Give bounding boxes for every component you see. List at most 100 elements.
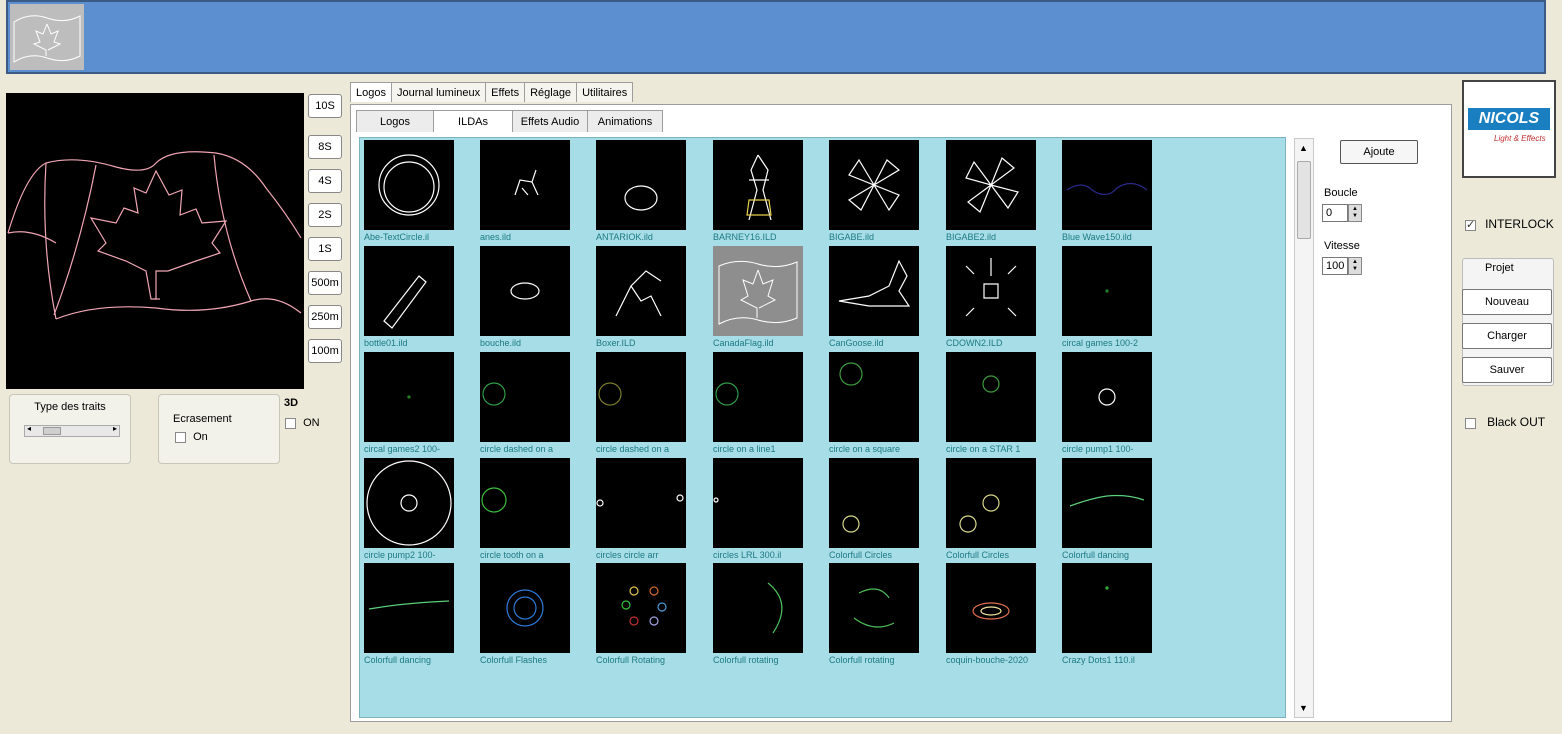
thumbnail-image[interactable] [596, 140, 686, 230]
thumbnail-image[interactable] [1062, 246, 1152, 336]
subtab-logos[interactable]: Logos [356, 110, 434, 132]
checkbox-icon[interactable] [285, 417, 296, 429]
thumbnail-image[interactable] [713, 352, 803, 442]
thumbnail-item[interactable]: Colorfull dancing [362, 561, 458, 667]
thumbnail-image[interactable] [480, 246, 570, 336]
slider-thumb[interactable] [43, 427, 61, 435]
thumbnail-image[interactable] [946, 246, 1036, 336]
thumbnail-image[interactable] [364, 352, 454, 442]
thumbnail-image[interactable] [480, 352, 570, 442]
thumbnail-image[interactable] [829, 246, 919, 336]
thumbnail-item[interactable]: circle dashed on a [594, 350, 690, 456]
tab-logos[interactable]: Logos [350, 82, 392, 102]
thumbnail-item[interactable]: Colorfull Flashes [478, 561, 574, 667]
time-button-100m[interactable]: 100m [308, 339, 342, 363]
thumbnail-image[interactable] [596, 352, 686, 442]
thumbnail-image[interactable] [946, 458, 1036, 548]
thumbnail-item[interactable]: circle on a square [827, 350, 923, 456]
subtab-effets-audio[interactable]: Effets Audio [512, 110, 588, 132]
thumbnail-image[interactable] [596, 246, 686, 336]
thumbnail-image[interactable] [364, 563, 454, 653]
thumbnail-item[interactable]: bottle01.ild [362, 244, 458, 350]
thumbnail-image[interactable] [829, 352, 919, 442]
thumbnail-item[interactable]: CanadaFlag.ild [711, 244, 807, 350]
checkbox-checked-icon[interactable] [1465, 218, 1476, 231]
thumbnail-image[interactable] [1062, 563, 1152, 653]
thumbnail-item[interactable]: circle pump2 100- [362, 456, 458, 562]
thumbnail-item[interactable]: Colorfull dancing [1060, 456, 1156, 562]
time-button-1s[interactable]: 1S [308, 237, 342, 261]
thumbnail-image[interactable] [713, 246, 803, 336]
scrollbar-thumb[interactable] [1297, 161, 1311, 239]
thumbnail-image[interactable] [946, 563, 1036, 653]
thumbnail-image[interactable] [1062, 352, 1152, 442]
thumbnail-item[interactable]: CDOWN2.ILD [944, 244, 1040, 350]
scroll-up-arrow-icon[interactable]: ▲ [1299, 143, 1308, 153]
tab-utilitaires[interactable]: Utilitaires [576, 82, 634, 102]
thumbnail-item[interactable]: Colorfull rotating [827, 561, 923, 667]
thumbnail-item[interactable]: circle tooth on a [478, 456, 574, 562]
thumbnail-image[interactable] [364, 458, 454, 548]
spinner-arrows-icon[interactable]: ▲ ▼ [1348, 204, 1362, 222]
ajoute-button[interactable]: Ajoute [1340, 140, 1418, 164]
thumbnail-item[interactable]: Abe-TextCircle.il [362, 138, 458, 244]
thumbnail-item[interactable]: BARNEY16.ILD [711, 138, 807, 244]
tab-journal-lumineux[interactable]: Journal lumineux [390, 82, 487, 102]
type-traits-slider[interactable]: ◂ ▸ [24, 424, 120, 437]
time-button-2s[interactable]: 2S [308, 203, 342, 227]
thumbnail-image[interactable] [480, 140, 570, 230]
thumbnail-image[interactable] [713, 458, 803, 548]
thumbnail-item[interactable]: circle pump1 100- [1060, 350, 1156, 456]
slider-right-arrow-icon[interactable]: ▸ [113, 424, 117, 433]
spinner-arrows-icon[interactable]: ▲ ▼ [1348, 257, 1362, 275]
black-out-checkbox[interactable]: Black OUT [1465, 415, 1545, 429]
thumbnail-image[interactable] [1062, 458, 1152, 548]
ecrasement-on-checkbox[interactable]: On [175, 431, 208, 443]
thumbnail-image[interactable] [946, 352, 1036, 442]
thumbnail-image[interactable] [1062, 140, 1152, 230]
thumbnail-image[interactable] [364, 246, 454, 336]
thumbnail-item[interactable]: circles circle arr [594, 456, 690, 562]
time-button-4s[interactable]: 4S [308, 169, 342, 193]
subtab-animations[interactable]: Animations [587, 110, 663, 132]
thumbnail-item[interactable]: circle dashed on a [478, 350, 574, 456]
time-button-10s[interactable]: 10S [308, 94, 342, 118]
thumbnail-item[interactable]: Colorfull rotating [711, 561, 807, 667]
checkbox-icon[interactable] [1465, 417, 1476, 429]
thumbnail-item[interactable]: Boxer.ILD [594, 244, 690, 350]
three-d-on-checkbox[interactable]: ON [285, 417, 320, 429]
interlock-checkbox[interactable]: INTERLOCK [1465, 217, 1554, 231]
thumbnail-image[interactable] [480, 563, 570, 653]
thumbnail-item[interactable]: CanGoose.ild [827, 244, 923, 350]
tab-effets[interactable]: Effets [485, 82, 526, 102]
sauver-button[interactable]: Sauver [1462, 357, 1552, 383]
thumbnail-image[interactable] [713, 140, 803, 230]
thumbnail-image[interactable] [829, 458, 919, 548]
thumbnail-image[interactable] [480, 458, 570, 548]
thumbnail-item[interactable]: circles LRL 300.il [711, 456, 807, 562]
thumbnail-item[interactable]: circle on a STAR 1 [944, 350, 1040, 456]
thumbnail-item[interactable]: ANTARIOK.ild [594, 138, 690, 244]
thumbnail-image[interactable] [596, 458, 686, 548]
thumbnail-item[interactable]: Blue Wave150.ild [1060, 138, 1156, 244]
thumbnail-image[interactable] [829, 140, 919, 230]
scroll-down-arrow-icon[interactable]: ▼ [1299, 703, 1308, 713]
thumbnail-item[interactable]: Colorfull Circles [827, 456, 923, 562]
slider-left-arrow-icon[interactable]: ◂ [27, 424, 31, 433]
checkbox-icon[interactable] [175, 431, 186, 443]
thumbnail-image[interactable] [596, 563, 686, 653]
thumbnail-image[interactable] [364, 140, 454, 230]
nouveau-button[interactable]: Nouveau [1462, 289, 1552, 315]
thumbnail-image[interactable] [829, 563, 919, 653]
time-button-250m[interactable]: 250m [308, 305, 342, 329]
boucle-value[interactable]: 0 [1322, 204, 1348, 222]
thumbnail-item[interactable]: Colorfull Circles [944, 456, 1040, 562]
thumbnail-item[interactable]: circal games2 100- [362, 350, 458, 456]
thumbnail-item[interactable]: Crazy Dots1 110.il [1060, 561, 1156, 667]
subtab-ildas[interactable]: ILDAs [433, 110, 513, 132]
vitesse-value[interactable]: 100 [1322, 257, 1348, 275]
thumbnail-item[interactable]: Colorfull Rotating [594, 561, 690, 667]
thumbnail-item[interactable]: circal games 100-2 [1060, 244, 1156, 350]
thumbnail-item[interactable]: circle on a line1 [711, 350, 807, 456]
tab-reglage[interactable]: Réglage [524, 82, 578, 102]
